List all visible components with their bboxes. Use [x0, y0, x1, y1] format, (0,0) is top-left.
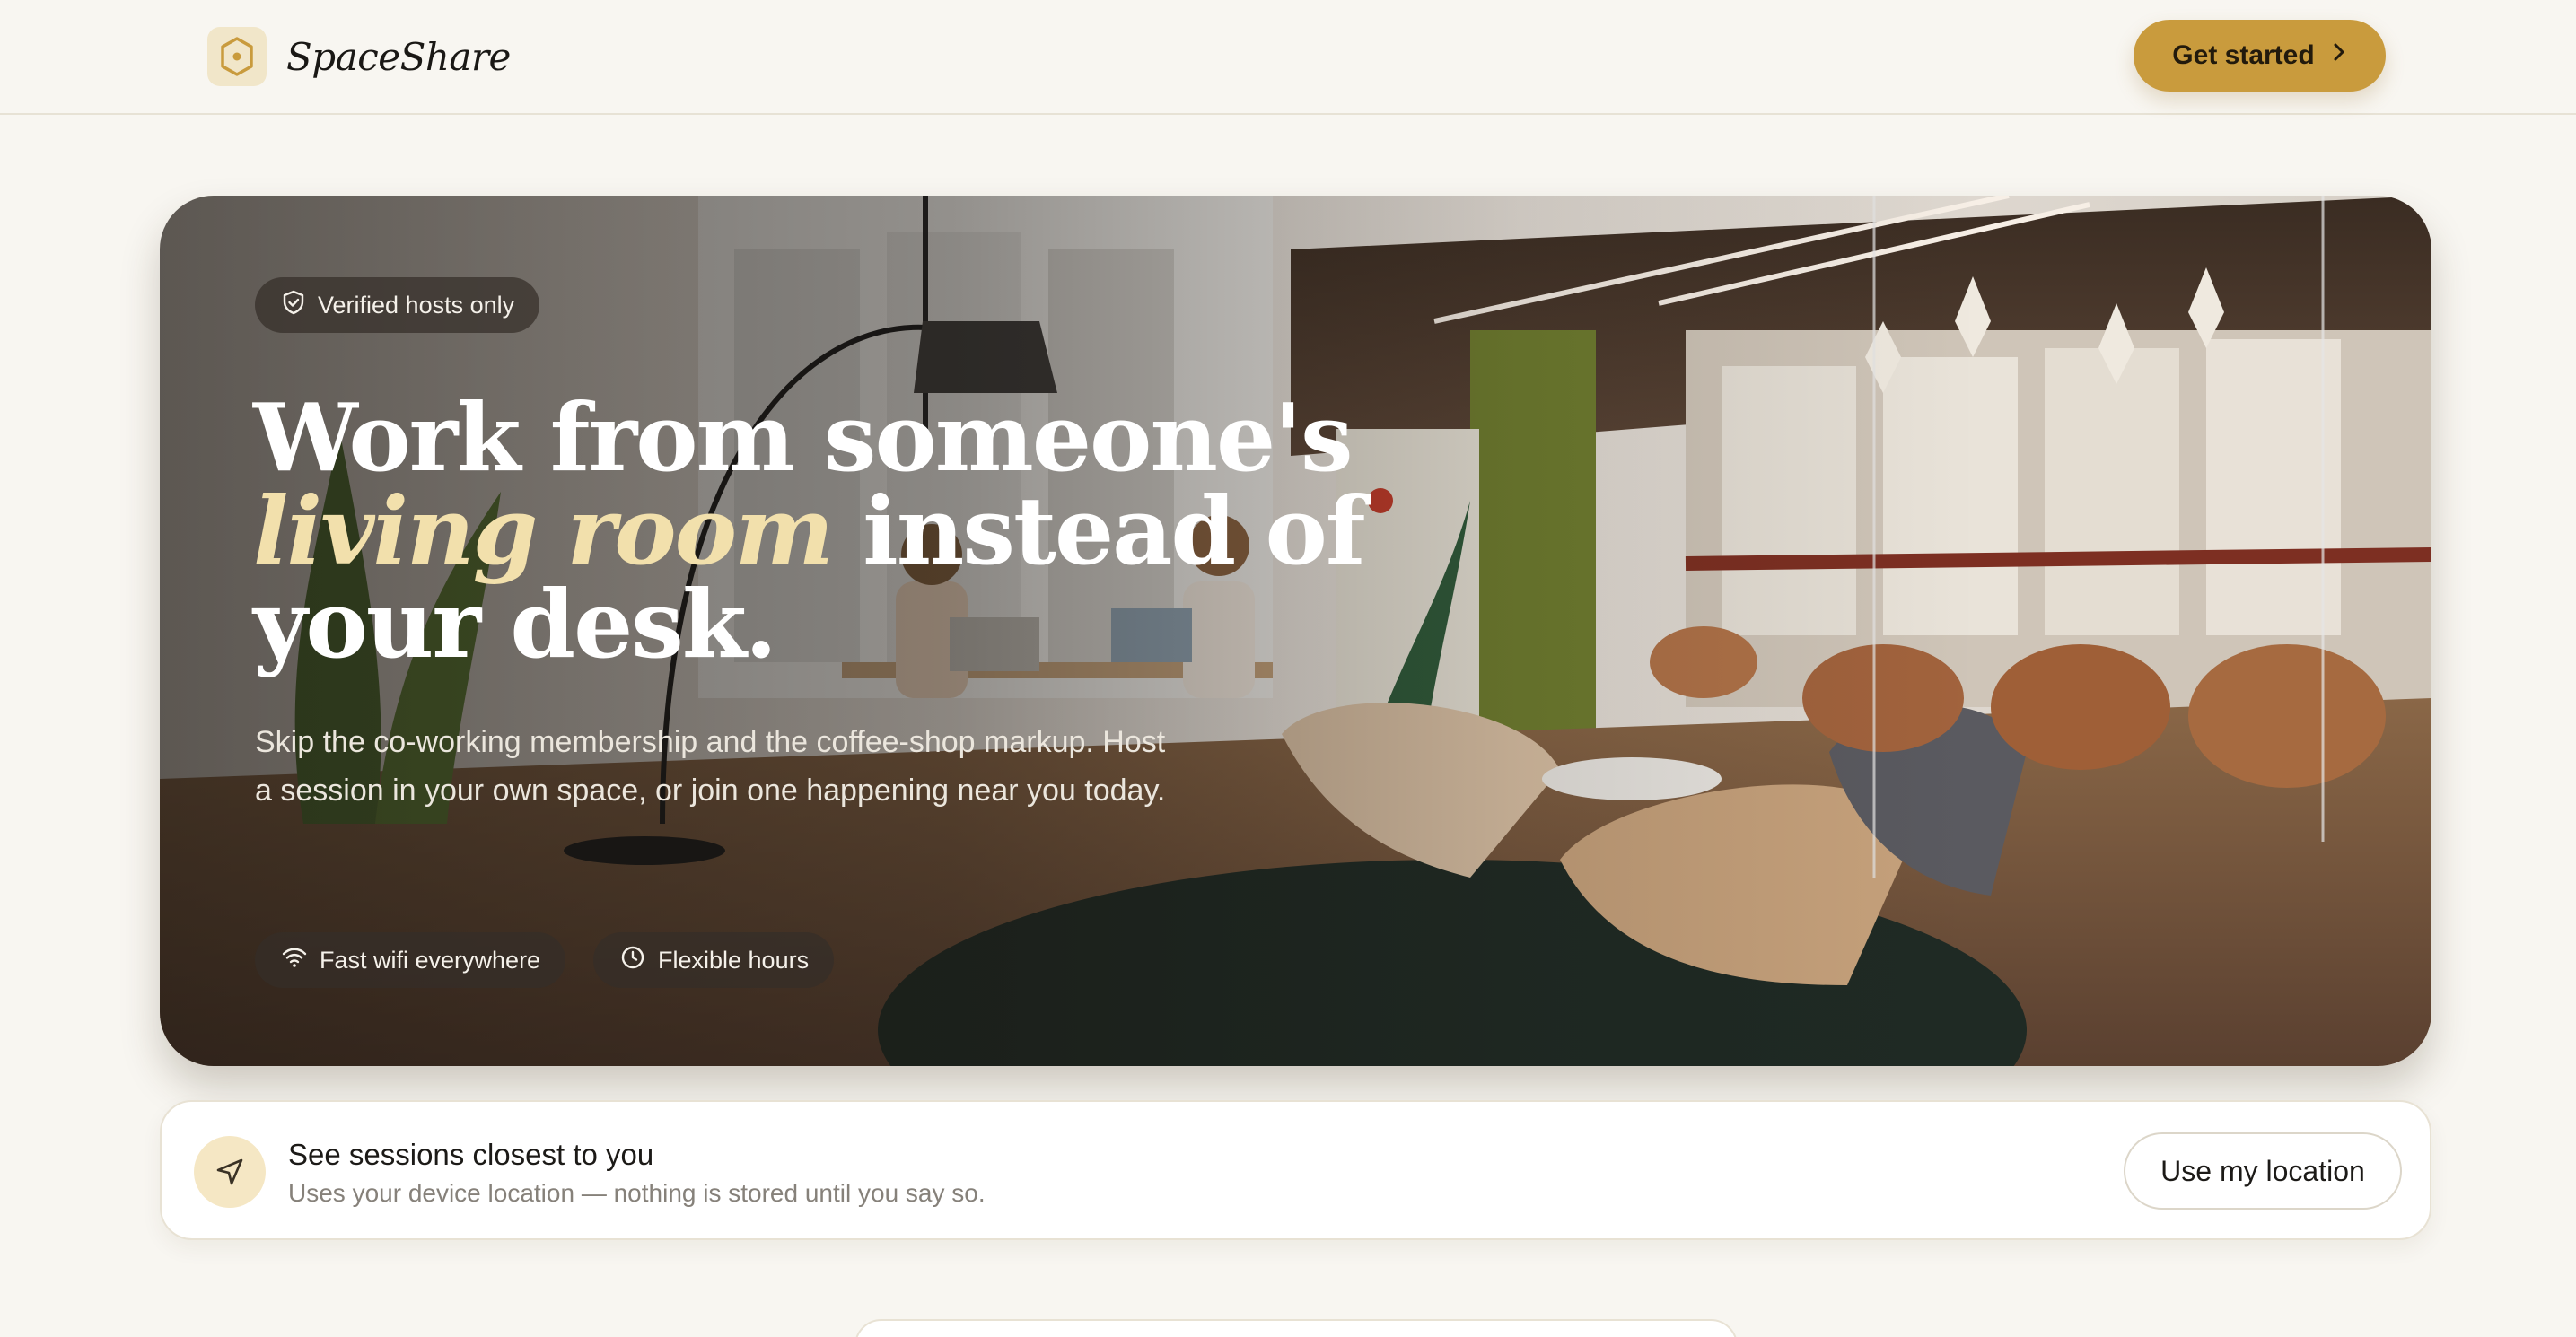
- next-section-card: [854, 1319, 1738, 1337]
- hero-subtitle: Skip the co-working membership and the c…: [255, 725, 1166, 808]
- brand[interactable]: SpaceShare: [207, 26, 511, 87]
- hexagon-pin-icon: [207, 27, 267, 86]
- location-subtitle: Uses your device location — nothing is s…: [288, 1179, 986, 1207]
- use-my-location-button[interactable]: Use my location: [2124, 1132, 2402, 1210]
- location-title: See sessions closest to you: [288, 1138, 654, 1171]
- wifi-icon: [282, 947, 307, 974]
- headline-line-3: your desk.: [253, 569, 777, 679]
- shield-check-icon: [282, 290, 305, 321]
- get-started-label: Get started: [2172, 40, 2315, 70]
- location-prompt-card: See sessions closest to you Uses your de…: [160, 1100, 2431, 1240]
- navigation-arrow-icon: [194, 1136, 266, 1208]
- get-started-button[interactable]: Get started: [2134, 20, 2386, 92]
- verified-hosts-label: Verified hosts only: [318, 291, 515, 319]
- feature-chip-wifi: Fast wifi everywhere: [255, 932, 566, 988]
- hero-banner: Verified hosts only Work from someone's …: [160, 196, 2431, 1066]
- hero-headline: Work from someone's living room instead …: [253, 391, 1420, 671]
- clock-icon: [620, 945, 645, 976]
- feature-hours-label: Flexible hours: [658, 946, 810, 974]
- brand-name: SpaceShare: [286, 34, 511, 79]
- feature-wifi-label: Fast wifi everywhere: [320, 946, 541, 974]
- top-nav-bar: SpaceShare Get started: [0, 0, 2576, 115]
- verified-hosts-badge: Verified hosts only: [255, 277, 540, 333]
- feature-chip-hours: Flexible hours: [593, 932, 835, 988]
- chevron-right-icon: [2331, 40, 2347, 71]
- headline-line-2: instead of: [863, 476, 1365, 586]
